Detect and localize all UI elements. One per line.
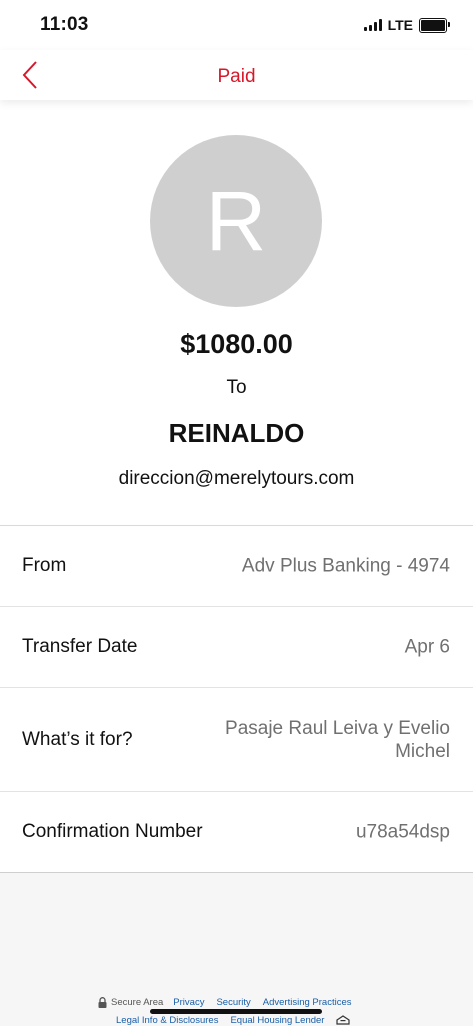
home-indicator[interactable]: [150, 1009, 322, 1014]
confirmation-label: Confirmation Number: [22, 821, 203, 842]
detail-row-from: From Adv Plus Banking - 4974: [0, 526, 473, 607]
avatar: R: [150, 135, 322, 307]
details-list: From Adv Plus Banking - 4974 Transfer Da…: [0, 525, 473, 873]
secure-area-label: Secure Area: [111, 997, 164, 1008]
signal-icon: [363, 19, 382, 31]
payment-amount: $1080.00: [180, 329, 293, 359]
footer-links-row: Secure Area Privacy Security Advertising…: [98, 997, 363, 1008]
footer-links-row-2: Legal Info & Disclosures Equal Housing L…: [116, 1015, 351, 1026]
payment-summary: R $1080.00 To REINALDO direccion@merelyt…: [0, 100, 473, 873]
detail-row-confirmation: Confirmation Number u78a54dsp: [0, 792, 473, 873]
to-label: To: [226, 377, 247, 398]
avatar-letter: R: [205, 174, 267, 268]
legal-info-link[interactable]: Legal Info & Disclosures: [116, 1015, 218, 1026]
from-label: From: [22, 555, 67, 576]
transfer-date-label: Transfer Date: [22, 636, 138, 657]
battery-icon: [419, 17, 450, 33]
security-link[interactable]: Security: [216, 997, 250, 1008]
transfer-date-value: Apr 6: [404, 636, 450, 658]
status-bar: 11:03 LTE: [0, 0, 473, 50]
nav-bar: Paid: [0, 50, 473, 100]
from-value: Adv Plus Banking - 4974: [241, 555, 450, 577]
page-title: Paid: [217, 66, 256, 87]
privacy-link[interactable]: Privacy: [173, 997, 204, 1008]
equal-housing-link[interactable]: Equal Housing Lender: [230, 1015, 324, 1026]
purpose-value: Pasaje Raul Leiva y Evelio Michel: [225, 717, 450, 762]
purpose-label: What’s it for?: [22, 728, 133, 750]
status-indicators: LTE: [363, 17, 450, 33]
status-time: 11:03: [40, 14, 89, 35]
recipient-name: REINALDO: [168, 418, 305, 448]
detail-row-transfer-date: Transfer Date Apr 6: [0, 607, 473, 688]
lock-icon: [98, 997, 107, 1008]
confirmation-value: u78a54dsp: [355, 821, 450, 843]
network-type: LTE: [387, 17, 413, 33]
advertising-practices-link[interactable]: Advertising Practices: [263, 997, 352, 1008]
recipient-email: direccion@merelytours.com: [118, 468, 355, 489]
detail-row-purpose: What’s it for? Pasaje Raul Leiva y Eveli…: [0, 688, 473, 792]
